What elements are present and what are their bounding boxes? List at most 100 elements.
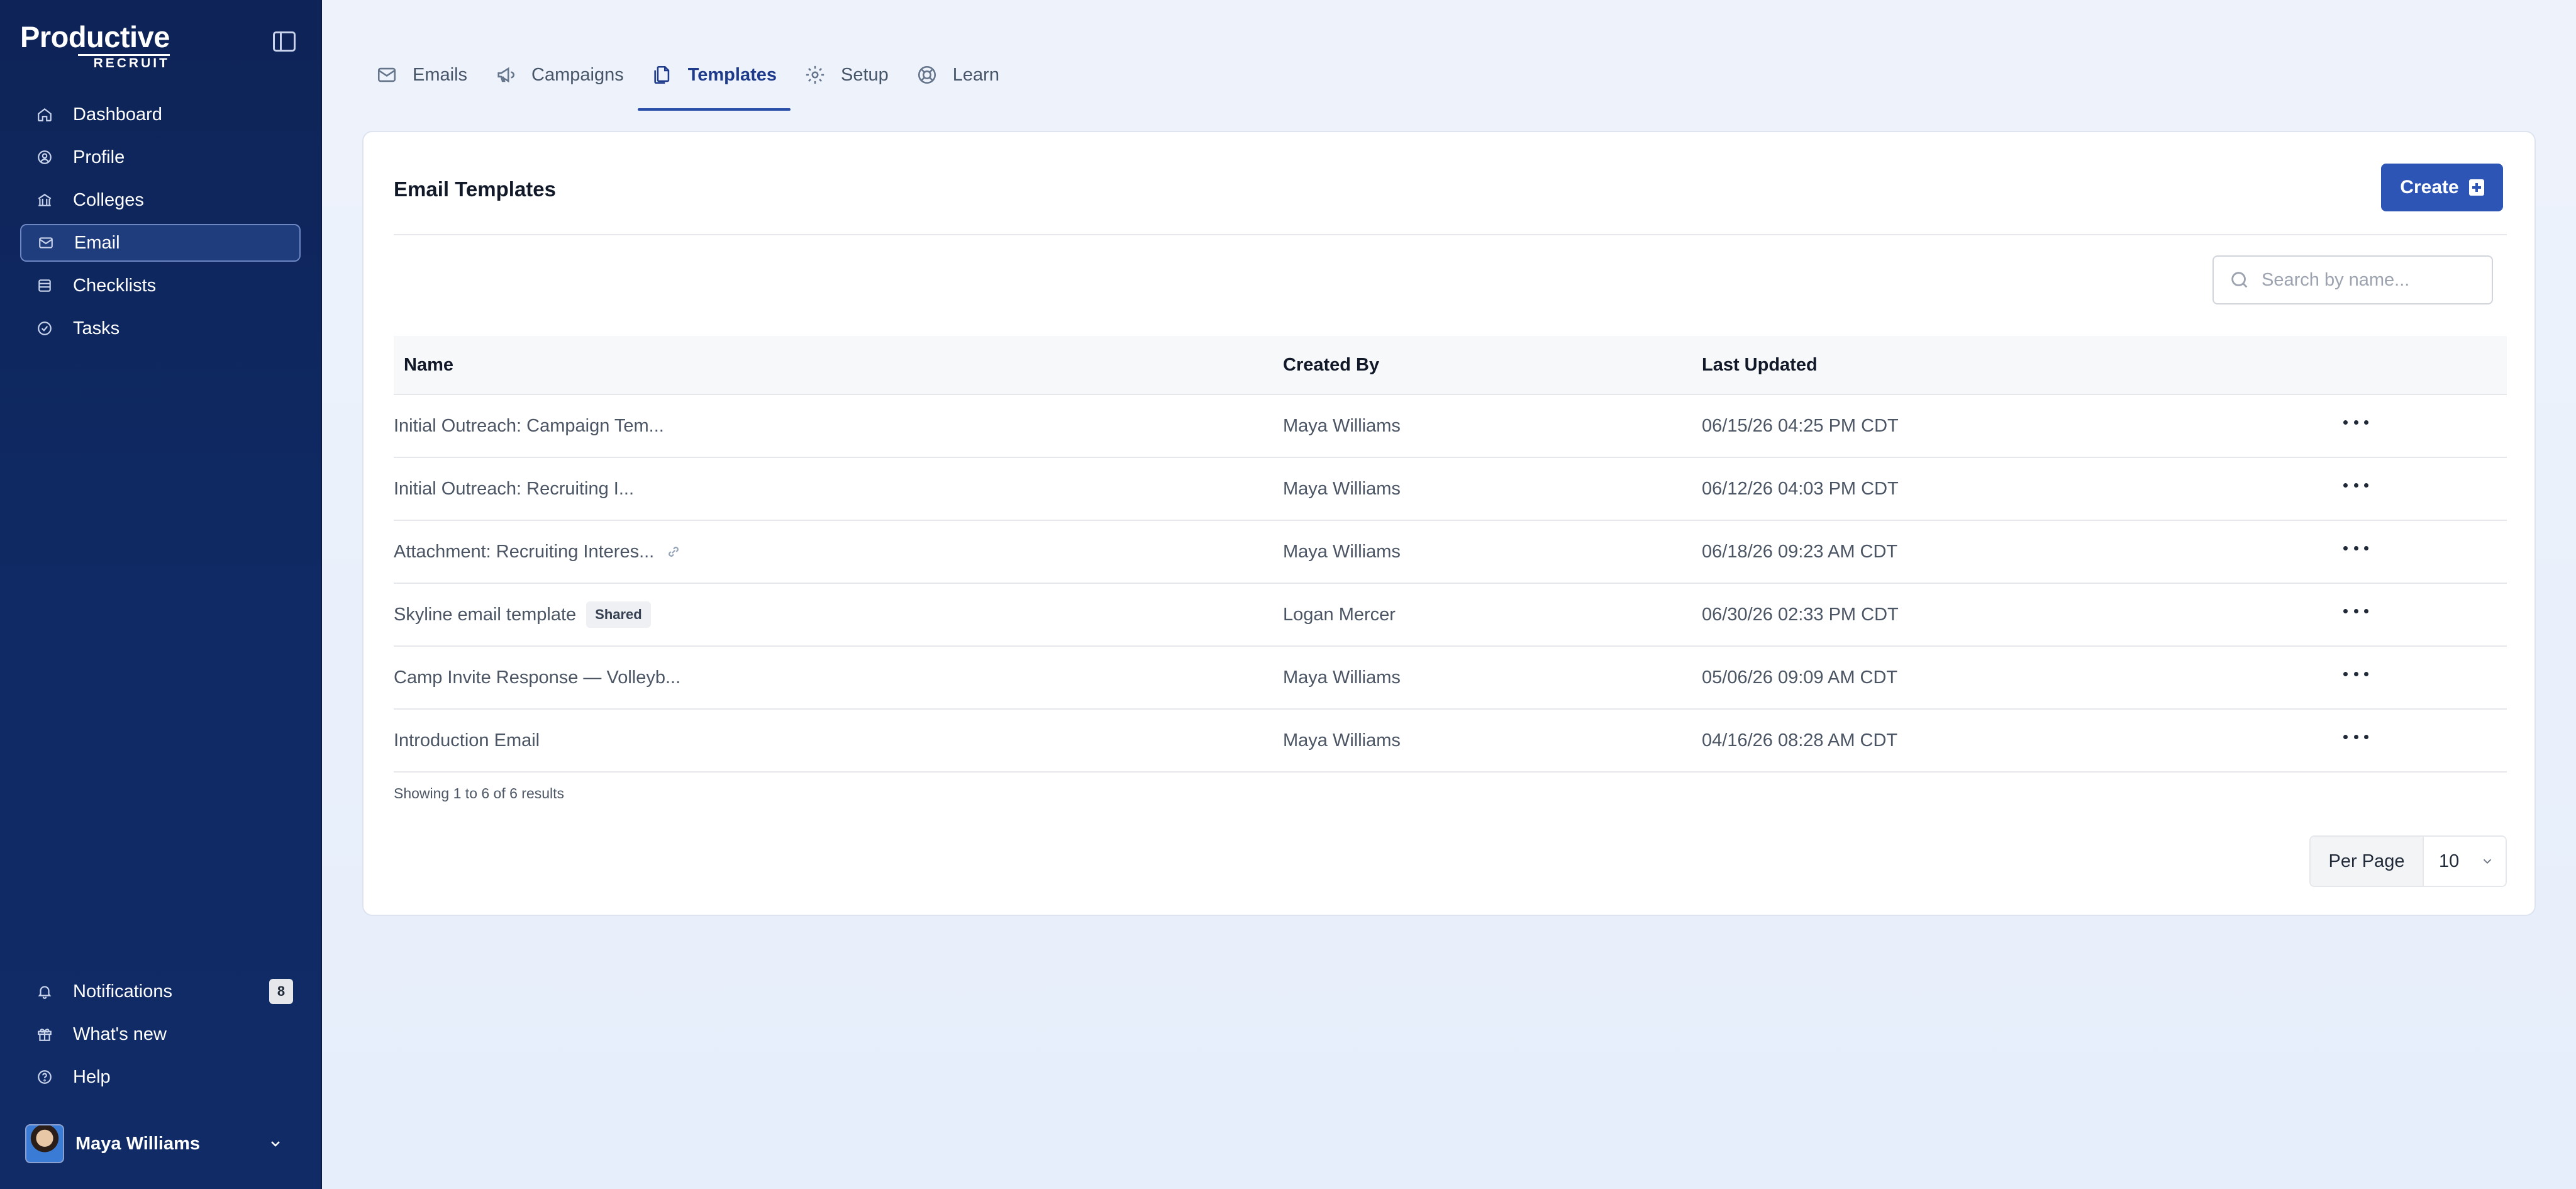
logo-subtitle: RECRUIT — [78, 54, 170, 70]
add-file-icon — [2468, 179, 2484, 196]
sidebar-item-dashboard[interactable]: Dashboard — [20, 96, 301, 133]
per-page-value: 10 — [2439, 851, 2460, 871]
tab-campaigns[interactable]: Campaigns — [481, 55, 638, 94]
last-updated-cell: 05/06/26 09:09 AM CDT — [1702, 667, 1898, 688]
results-summary: Showing 1 to 6 of 6 results — [394, 785, 565, 801]
megaphone-icon — [497, 67, 515, 83]
template-name-link[interactable]: Camp Invite Response — Volleyb... — [394, 667, 680, 688]
more-options-icon[interactable] — [2343, 413, 2368, 432]
user-circle-icon — [36, 149, 53, 165]
notification-count-badge: 8 — [269, 979, 293, 1004]
more-options-icon[interactable] — [2343, 476, 2368, 494]
paperclip-icon — [669, 547, 679, 557]
template-name-link[interactable]: Attachment: Recruiting Interes... — [394, 542, 654, 562]
tab-label: Templates — [687, 64, 777, 85]
email-templates-card: Email Templates Create Name Created By L… — [362, 131, 2536, 916]
last-updated-cell: 06/12/26 04:03 PM CDT — [1702, 478, 1899, 499]
page-title: Email Templates — [394, 177, 556, 201]
table-header: Name Created By Last Updated — [394, 336, 2507, 395]
user-name: Maya Williams — [75, 1133, 200, 1154]
sidebar-item-help[interactable]: Help — [20, 1058, 301, 1096]
gear-icon — [806, 65, 824, 84]
template-name-link[interactable]: Initial Outreach: Recruiting I... — [394, 479, 634, 500]
envelope-icon — [377, 67, 396, 82]
per-page-select[interactable]: 10 — [2424, 837, 2506, 886]
avatar — [25, 1124, 64, 1163]
more-options-icon[interactable] — [2343, 539, 2368, 557]
table-row[interactable]: Introduction Email Maya Williams 04/16/2… — [394, 710, 2507, 773]
help-circle-icon — [36, 1069, 53, 1085]
sidebar-item-label: Dashboard — [73, 104, 162, 125]
sidebar-item-label: Tasks — [73, 318, 120, 338]
sidebar-nav: Dashboard Profile Colleges Email Checkli… — [20, 96, 301, 352]
column-header-last-updated[interactable]: Last Updated — [1702, 355, 2343, 376]
more-options-icon[interactable] — [2343, 664, 2368, 683]
logo-wordmark: Productive — [20, 20, 170, 53]
created-by-cell: Maya Williams — [1283, 541, 1401, 562]
per-page-label: Per Page — [2311, 837, 2424, 886]
sidebar-item-label: Email — [74, 232, 120, 253]
list-icon — [36, 277, 53, 294]
sidebar-item-notifications[interactable]: Notifications 8 — [20, 973, 301, 1010]
table-row[interactable]: Attachment: Recruiting Interes... Maya W… — [394, 521, 2507, 584]
lifebuoy-icon — [918, 65, 936, 84]
sidebar: Productive RECRUIT Dashboard Profile Col… — [0, 0, 322, 1189]
sidebar-item-profile[interactable]: Profile — [20, 138, 301, 176]
template-name-link[interactable]: Skyline email template — [394, 605, 576, 625]
documents-icon — [654, 65, 669, 84]
sidebar-item-whats-new[interactable]: What's new — [20, 1015, 301, 1053]
last-updated-cell: 06/18/26 09:23 AM CDT — [1702, 541, 1898, 562]
sidebar-item-email[interactable]: Email — [20, 224, 301, 262]
table-row[interactable]: Initial Outreach: Campaign Tem... Maya W… — [394, 395, 2507, 458]
table-row[interactable]: Initial Outreach: Recruiting I... Maya W… — [394, 458, 2507, 521]
chevron-down-icon — [2483, 859, 2492, 864]
tab-label: Emails — [413, 64, 468, 85]
template-name-link[interactable]: Introduction Email — [394, 730, 540, 751]
more-options-icon[interactable] — [2343, 727, 2368, 746]
tab-label: Campaigns — [531, 64, 624, 85]
sidebar-item-checklists[interactable]: Checklists — [20, 267, 301, 304]
sidebar-bottom-nav: Notifications 8 What's new Help — [20, 973, 301, 1101]
tab-learn[interactable]: Learn — [902, 55, 1013, 94]
create-button-label: Create — [2400, 177, 2459, 198]
user-menu[interactable]: Maya Williams — [25, 1124, 289, 1164]
sidebar-collapse-icon[interactable] — [273, 31, 296, 52]
templates-table: Name Created By Last Updated Initial Out… — [394, 336, 2507, 773]
last-updated-cell: 06/15/26 04:25 PM CDT — [1702, 415, 1899, 436]
created-by-cell: Maya Williams — [1283, 667, 1401, 688]
create-button[interactable]: Create — [2381, 164, 2503, 211]
shared-badge: Shared — [586, 601, 651, 628]
created-by-cell: Logan Mercer — [1283, 604, 1396, 625]
tab-emails[interactable]: Emails — [362, 55, 481, 94]
last-updated-cell: 04/16/26 08:28 AM CDT — [1702, 730, 1898, 751]
table-row[interactable]: Skyline email template Shared Logan Merc… — [394, 584, 2507, 647]
sidebar-item-label: What's new — [73, 1024, 167, 1044]
home-icon — [36, 106, 53, 123]
created-by-cell: Maya Williams — [1283, 415, 1401, 436]
search-input[interactable] — [2262, 269, 2469, 291]
bell-icon — [36, 983, 53, 1000]
last-updated-cell: 06/30/26 02:33 PM CDT — [1702, 604, 1899, 625]
search-box[interactable] — [2212, 255, 2493, 304]
created-by-cell: Maya Williams — [1283, 478, 1401, 499]
sidebar-item-label: Profile — [73, 147, 125, 167]
sidebar-item-label: Colleges — [73, 189, 144, 210]
app-logo[interactable]: Productive RECRUIT — [20, 21, 170, 70]
column-header-created-by[interactable]: Created By — [1283, 355, 1702, 376]
sidebar-item-tasks[interactable]: Tasks — [20, 310, 301, 347]
tab-templates[interactable]: Templates — [637, 55, 791, 111]
divider — [394, 234, 2507, 235]
tab-setup[interactable]: Setup — [791, 55, 902, 94]
sidebar-item-colleges[interactable]: Colleges — [20, 181, 301, 219]
top-tabs: Emails Campaigns Templates Setup Learn — [362, 55, 1013, 112]
search-icon — [2231, 272, 2248, 288]
template-name-link[interactable]: Initial Outreach: Campaign Tem... — [394, 416, 664, 437]
check-circle-icon — [36, 320, 53, 337]
table-row[interactable]: Camp Invite Response — Volleyb... Maya W… — [394, 647, 2507, 710]
column-header-name[interactable]: Name — [394, 355, 1283, 376]
per-page-control: Per Page 10 — [2309, 835, 2507, 887]
created-by-cell: Maya Williams — [1283, 730, 1401, 751]
sidebar-item-label: Help — [73, 1066, 111, 1087]
more-options-icon[interactable] — [2343, 601, 2368, 620]
building-icon — [36, 192, 53, 208]
